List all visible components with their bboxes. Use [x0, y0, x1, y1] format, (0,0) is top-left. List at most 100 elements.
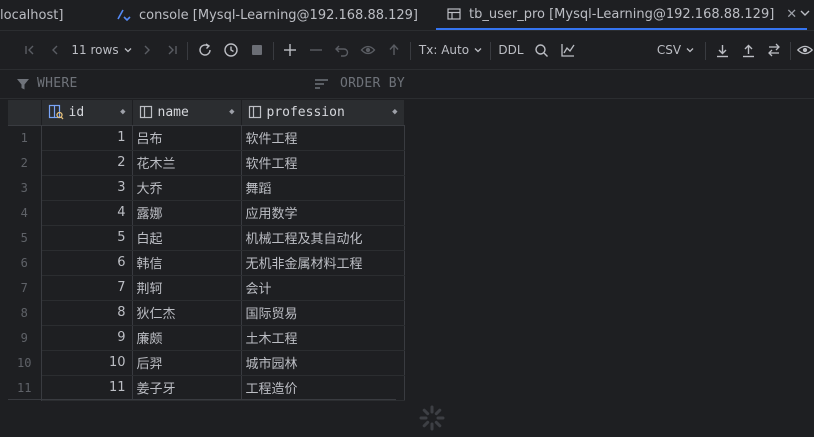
cell-id[interactable]: 5: [41, 225, 133, 251]
filter-icon: [16, 77, 30, 95]
cell-name[interactable]: 花木兰: [132, 150, 242, 176]
row-number: 7: [8, 275, 42, 300]
download-icon[interactable]: [712, 31, 732, 69]
table-row[interactable]: 7 7 荆轲 会计: [8, 275, 405, 301]
export-format-label: CSV: [656, 43, 682, 57]
view-changes-icon[interactable]: [358, 31, 378, 69]
table-row[interactable]: 5 5 白起 机械工程及其自动化: [8, 225, 405, 251]
cell-name[interactable]: 大乔: [132, 175, 242, 201]
ddl-label: DDL: [498, 43, 524, 57]
table-row[interactable]: 11 11 姜子牙 工程造价: [8, 375, 405, 401]
cell-id[interactable]: 6: [41, 250, 133, 276]
tab-console[interactable]: console [Mysql-Learning@192.168.88.129]: [116, 0, 418, 30]
next-page-icon[interactable]: [137, 31, 157, 69]
cell-profession[interactable]: 软件工程: [241, 150, 405, 176]
tab-tb-user-pro[interactable]: tb_user_pro [Mysql-Learning@192.168.88.1…: [436, 0, 808, 30]
where-filter-input[interactable]: WHERE: [37, 76, 78, 91]
cell-id[interactable]: 9: [41, 325, 133, 351]
revert-icon[interactable]: [332, 31, 352, 69]
submit-icon[interactable]: [384, 31, 404, 69]
result-grid: id ◆ name ◆ profession ◆ 1 1 吕布 软件工程 2 2 花木: [8, 100, 405, 401]
cell-profession[interactable]: 城市园林: [241, 350, 405, 376]
export-format-dropdown[interactable]: CSV: [654, 31, 698, 69]
previous-page-icon[interactable]: [45, 31, 65, 69]
cell-profession[interactable]: 无机非金属材料工程: [241, 250, 405, 276]
cell-name[interactable]: 廉颇: [132, 325, 242, 351]
order-by-input[interactable]: ORDER BY: [340, 76, 405, 91]
transaction-mode-dropdown[interactable]: Tx: Auto: [418, 31, 484, 69]
cell-profession[interactable]: 国际贸易: [241, 300, 405, 326]
search-icon[interactable]: [531, 31, 551, 69]
column-header-profession[interactable]: profession ◆: [241, 100, 405, 126]
compare-icon[interactable]: [764, 31, 784, 69]
cell-name[interactable]: 韩信: [132, 250, 242, 276]
cell-name[interactable]: 姜子牙: [132, 375, 242, 401]
sort-toggle-icon[interactable]: ◆: [120, 107, 125, 117]
stop-icon[interactable]: [247, 31, 267, 69]
cell-id[interactable]: 2: [41, 150, 133, 176]
eye-icon[interactable]: [796, 31, 814, 69]
cell-profession[interactable]: 应用数学: [241, 200, 405, 226]
cell-name[interactable]: 吕布: [132, 125, 242, 151]
chevron-down-icon: [474, 48, 482, 53]
cell-name[interactable]: 后羿: [132, 350, 242, 376]
row-number: 9: [8, 325, 42, 350]
sort-toggle-icon[interactable]: ◆: [229, 107, 234, 117]
rows-count-dropdown[interactable]: 11 rows: [70, 31, 134, 69]
cell-profession[interactable]: 机械工程及其自动化: [241, 225, 405, 251]
tab-localhost[interactable]: localhost]: [0, 0, 63, 30]
cell-profession[interactable]: 软件工程: [241, 125, 405, 151]
rows-count-label: 11 rows: [71, 43, 119, 57]
add-row-icon[interactable]: [280, 31, 300, 69]
filter-bar: WHERE ORDER BY: [0, 70, 814, 99]
refresh-icon[interactable]: [195, 31, 215, 69]
row-number: 3: [8, 175, 42, 200]
table-row[interactable]: 3 3 大乔 舞蹈: [8, 175, 405, 201]
chart-icon[interactable]: [557, 31, 579, 69]
close-icon[interactable]: ✕: [786, 7, 797, 22]
cell-profession[interactable]: 土木工程: [241, 325, 405, 351]
column-header-id[interactable]: id ◆: [41, 100, 133, 126]
history-clock-icon[interactable]: [221, 31, 241, 69]
toolbar-divider: [410, 42, 411, 60]
table-row[interactable]: 8 8 狄仁杰 国际贸易: [8, 300, 405, 326]
row-number: 11: [8, 375, 42, 400]
ddl-button[interactable]: DDL: [497, 31, 525, 69]
column-header-label: name: [157, 104, 189, 120]
table-row[interactable]: 10 10 后羿 城市园林: [8, 350, 405, 376]
cell-id[interactable]: 3: [41, 175, 133, 201]
delete-row-icon[interactable]: [306, 31, 326, 69]
table-row[interactable]: 1 1 吕布 软件工程: [8, 125, 405, 151]
last-page-icon[interactable]: [162, 31, 182, 69]
sort-toggle-icon[interactable]: ◆: [392, 107, 397, 117]
row-number: 6: [8, 250, 42, 275]
cell-name[interactable]: 荆轲: [132, 275, 242, 301]
chevron-down-icon: [686, 48, 694, 53]
table-row[interactable]: 9 9 廉颇 土木工程: [8, 325, 405, 351]
cell-id[interactable]: 4: [41, 200, 133, 226]
table-row[interactable]: 2 2 花木兰 软件工程: [8, 150, 405, 176]
row-number: 2: [8, 150, 42, 175]
table-row[interactable]: 4 4 露娜 应用数学: [8, 200, 405, 226]
tab-label: console [Mysql-Learning@192.168.88.129]: [139, 7, 419, 23]
cell-id[interactable]: 7: [41, 275, 133, 301]
toolbar-divider: [790, 42, 791, 60]
cell-id[interactable]: 11: [41, 375, 133, 401]
row-number: 4: [8, 200, 42, 225]
cell-id[interactable]: 10: [41, 350, 133, 376]
table-row[interactable]: 6 6 韩信 无机非金属材料工程: [8, 250, 405, 276]
cell-profession[interactable]: 舞蹈: [241, 175, 405, 201]
row-number-header: [8, 100, 42, 126]
cell-profession[interactable]: 工程造价: [241, 375, 405, 401]
cell-id[interactable]: 1: [41, 125, 133, 151]
cell-name[interactable]: 露娜: [132, 200, 242, 226]
column-icon: [139, 105, 153, 119]
first-page-icon[interactable]: [20, 31, 40, 69]
cell-id[interactable]: 8: [41, 300, 133, 326]
upload-icon[interactable]: [738, 31, 758, 69]
column-header-name[interactable]: name ◆: [132, 100, 242, 126]
cell-name[interactable]: 白起: [132, 225, 242, 251]
cell-profession[interactable]: 会计: [241, 275, 405, 301]
cell-name[interactable]: 狄仁杰: [132, 300, 242, 326]
chevron-down-icon[interactable]: [798, 6, 812, 24]
